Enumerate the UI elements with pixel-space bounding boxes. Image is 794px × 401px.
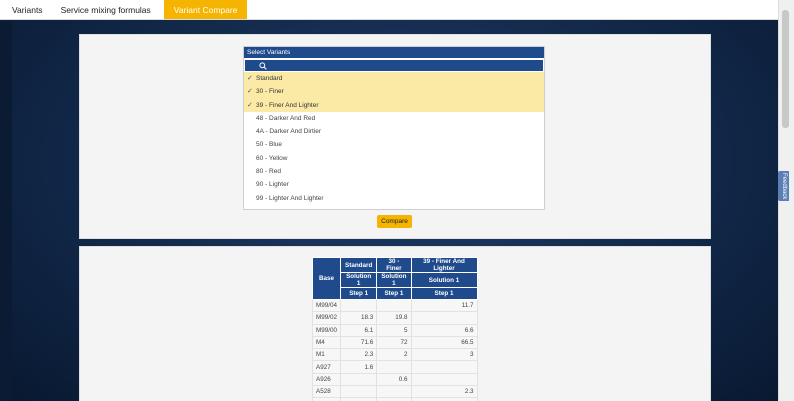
base-header: Base [311,257,342,300]
variant-option[interactable]: 4A - Darker And Dirtier [244,125,544,138]
variant-selector: Select Variants ✓ Standard ✓ 30 - Finer ✓ 39 … [243,46,545,210]
scrollbar-thumb[interactable] [782,10,789,128]
variant-option-label: 4A - Darker And Dirtier [256,128,322,136]
value-cell: 0.6 [376,372,412,387]
value-cell [410,360,478,374]
base-cell: A927 [311,360,342,374]
column-variant-header: 39 - Finer And Lighter [410,257,478,273]
checkmark-icon: ✓ [247,101,253,109]
value-cell: 72 [376,335,412,350]
variant-option-label: 90 - Lighter [256,181,289,189]
value-cell: 66.5 [410,335,478,350]
value-cell: 18.3 [340,311,378,325]
table-row: M99/02 18.3 19.8 [311,311,478,325]
variant-option-label: Standard [256,75,283,82]
value-cell: 2.3 [340,348,378,362]
variant-option-label: 39 - Finer And Lighter [256,101,319,109]
value-cell: 19.8 [376,311,412,325]
variant-option[interactable]: 48 - Darker And Red [244,112,544,125]
feedback-tab[interactable]: Feedback [778,171,789,201]
variant-option[interactable]: ✓ Standard [244,72,544,86]
table-row: A927 1.6 [311,360,478,374]
base-cell: A926 [311,372,342,387]
variant-option-label: 99 - Lighter And Lighter [256,194,324,202]
checkmark-icon: ✓ [247,75,253,82]
variant-option-label: 80 - Red [256,168,281,176]
value-cell: 6.6 [410,323,478,337]
base-cell: M99/00 [311,323,342,337]
column-variant-header: 30 - Finer [376,257,412,273]
table-row: M99/00 6.1 5 6.6 [311,323,478,337]
variant-option-label: 30 - Finer [256,88,284,96]
checkmark-icon: ✓ [247,88,253,96]
tab-variant-compare[interactable]: Variant Compare [163,0,248,19]
search-icon [259,62,267,70]
tab-bar: Variants Service mixing formulas Variant… [0,0,778,20]
value-cell: 2 [376,348,412,362]
value-cell: 6.1 [340,323,378,337]
tab-service-mixing-formulas[interactable]: Service mixing formulas [52,0,160,19]
value-cell [340,385,378,399]
value-cell [410,311,478,325]
left-margin [0,21,12,401]
value-cell [376,298,412,313]
value-cell [340,298,378,313]
value-cell: 71.6 [340,335,378,350]
variant-option-label: 48 - Darker And Red [256,114,316,122]
value-cell [410,372,478,387]
base-cell: M99/02 [311,311,342,325]
column-solution-header: Solution 1 [410,272,478,288]
value-cell: 3 [410,348,478,362]
variant-option[interactable]: ✓ 39 - Finer And Lighter [244,98,544,112]
table-row: A528 2.3 [311,385,478,399]
value-cell: 1.6 [340,360,378,374]
base-cell: A528 [311,385,342,399]
comparison-table-body: M99/04 11.7 M99/02 18.3 19.8 M99/00 6.1 5 6.6 M4 7… [311,298,478,401]
column-variant-header: Standard [340,257,378,273]
comparison-table: Base Standard 30 - Finer 39 - Finer And … [311,257,478,401]
variant-option[interactable]: 99 - Lighter And Lighter [244,192,544,205]
value-cell [376,360,412,374]
value-cell: 11.7 [410,298,478,313]
table-row: A926 0.6 [311,372,478,387]
variant-search-input[interactable] [245,60,543,71]
table-row: M99/04 11.7 [311,298,478,313]
column-step-header: Step 1 [340,287,378,300]
variant-option-label: 50 - Blue [256,141,283,149]
selector-header: Select Variants [244,47,544,58]
variant-option[interactable]: 60 - Yellow [244,152,544,165]
table-row: M1 2.3 2 3 [311,348,478,362]
variant-option[interactable]: 50 - Blue [244,138,544,151]
base-cell: M99/04 [311,298,342,313]
value-cell: 5 [376,323,412,337]
tab-variants[interactable]: Variants [0,0,52,19]
variant-option[interactable]: 90 - Lighter [244,178,544,191]
column-solution-header: Solution 1 [340,272,378,288]
column-solution-header: Solution 1 [376,272,412,288]
column-step-header: Step 1 [410,287,478,300]
variant-options-list: ✓ Standard ✓ 30 - Finer ✓ 39 - Finer And Ligh… [244,72,544,205]
column-step-header: Step 1 [376,287,412,300]
variant-option-label: 60 - Yellow [256,154,288,162]
table-row: M4 71.6 72 66.5 [311,335,478,350]
variant-option[interactable]: ✓ 30 - Finer [244,85,544,99]
value-cell: 2.3 [410,385,478,399]
base-cell: M4 [311,335,342,350]
compare-button[interactable]: Compare [377,215,412,228]
value-cell [340,372,378,387]
base-cell: M1 [311,348,342,362]
value-cell [376,385,412,399]
variant-option[interactable]: 80 - Red [244,165,544,178]
